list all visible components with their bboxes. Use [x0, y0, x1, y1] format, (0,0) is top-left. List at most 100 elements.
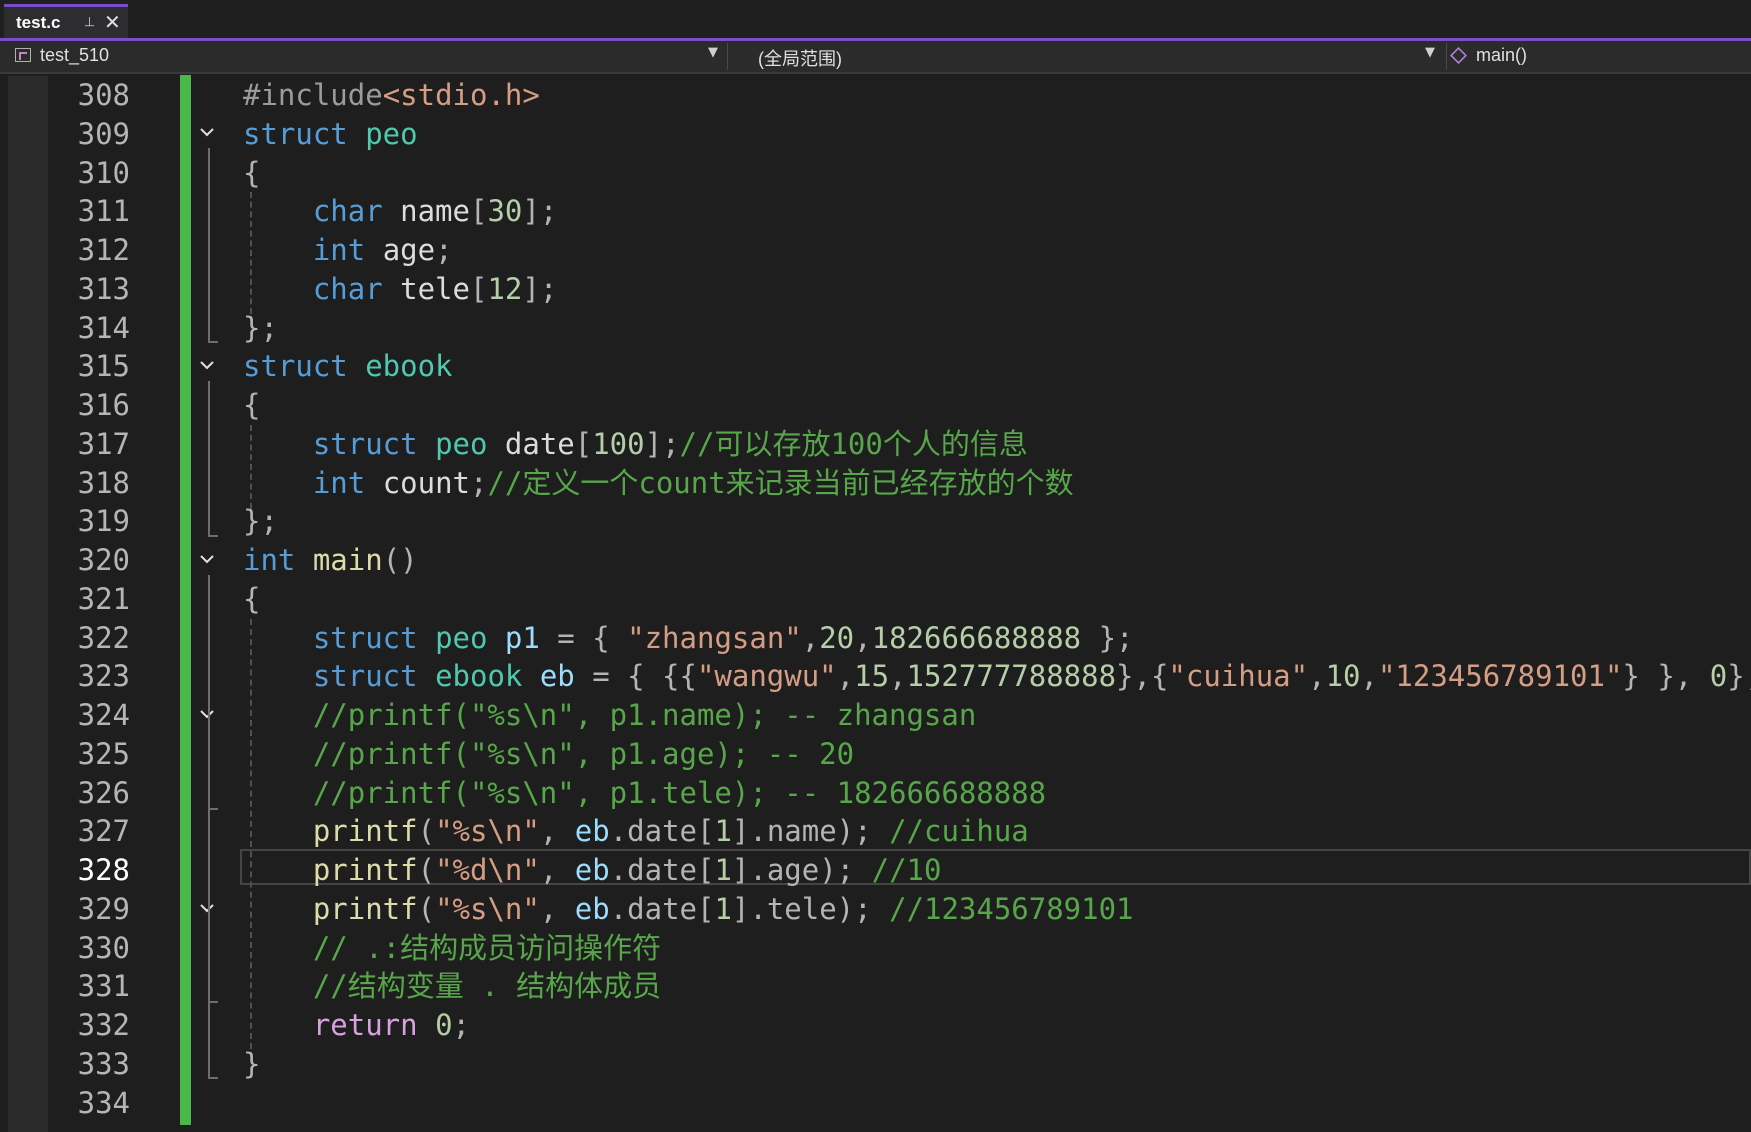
divider	[727, 43, 728, 70]
code-line[interactable]: //printf("%s\n", p1.tele); -- 1826666888…	[243, 774, 1046, 812]
code-line[interactable]: return 0;	[243, 1006, 470, 1044]
code-line[interactable]: {	[243, 386, 260, 424]
tab-strip: test.c ⊣ ✕	[0, 0, 1751, 41]
line-number: 315	[77, 349, 130, 383]
code-token: ;	[452, 1008, 470, 1042]
code-line[interactable]: printf("%s\n", eb.date[1].tele); //12345…	[243, 890, 1134, 928]
code-line[interactable]: {	[243, 154, 260, 192]
code-token: };	[1081, 621, 1134, 655]
line-number: 310	[77, 156, 130, 190]
code-token: main	[312, 543, 383, 577]
line-number: 321	[77, 582, 130, 616]
code-line[interactable]: struct ebook eb = { {{"wangwu",15,152777…	[243, 657, 1751, 695]
code-token: };	[243, 504, 278, 538]
code-token: {	[243, 582, 261, 616]
code-token: ;	[470, 466, 488, 500]
code-token: ].age);	[731, 853, 872, 887]
tab-test-c[interactable]: test.c ⊣ ✕	[4, 4, 128, 40]
code-token: [	[469, 272, 488, 306]
scope-dropdown[interactable]: (全局范围) ▼	[730, 41, 1444, 72]
code-line[interactable]: // .:结构成员访问操作符	[243, 929, 661, 967]
fold-toggle-icon[interactable]	[199, 706, 215, 722]
code-line[interactable]: {	[243, 580, 260, 618]
code-token: ,	[539, 892, 575, 926]
code-token: peo	[365, 117, 418, 151]
line-number: 324	[77, 698, 130, 732]
code-token: struct	[243, 659, 436, 693]
line-number: 311	[77, 194, 130, 228]
code-token: tele	[400, 272, 470, 306]
pin-icon[interactable]: ⊣	[81, 16, 96, 27]
tab-title[interactable]: test.c	[16, 13, 60, 33]
code-line[interactable]: int main()	[243, 541, 418, 579]
fold-toggle-icon[interactable]	[199, 900, 215, 916]
code-token: 12	[487, 272, 523, 306]
line-number: 327	[77, 814, 130, 848]
code-line[interactable]: }	[243, 1045, 260, 1083]
code-token: // .:结构成员访问操作符	[243, 931, 662, 965]
line-number: 314	[77, 311, 130, 345]
close-icon[interactable]: ✕	[104, 10, 121, 34]
code-line[interactable]: #include<stdio.h>	[243, 76, 540, 114]
code-token: ,	[539, 814, 575, 848]
code-line[interactable]: struct peo	[243, 115, 418, 153]
code-token: = {	[539, 621, 628, 655]
code-token: name	[400, 194, 470, 228]
chevron-down-icon[interactable]: ▼	[708, 45, 718, 60]
line-number: 328	[77, 853, 130, 887]
code-token: 10	[1325, 659, 1361, 693]
code-line[interactable]: };	[243, 309, 278, 347]
code-line[interactable]: char tele[12];	[243, 270, 557, 308]
fold-toggle-icon[interactable]	[199, 357, 215, 373]
code-token: struct	[243, 117, 366, 151]
line-number: 318	[77, 466, 130, 500]
navigation-bar: test_510 ▼ (全局范围) ▼ main()	[0, 41, 1751, 74]
code-line[interactable]: //结构变量 . 结构体成员	[243, 967, 661, 1005]
code-token: ;	[435, 233, 453, 267]
code-token: },{	[1116, 659, 1169, 693]
code-token: .date[	[609, 892, 715, 926]
fold-region-end	[208, 341, 218, 343]
code-line[interactable]: char name[30];	[243, 192, 557, 230]
code-token: ];	[522, 272, 558, 306]
code-token: 100	[592, 427, 645, 461]
line-number: 319	[77, 504, 130, 538]
code-line[interactable]: struct peo p1 = { "zhangsan",20,18266668…	[243, 619, 1134, 657]
code-line[interactable]: printf("%s\n", eb.date[1].name); //cuihu…	[243, 812, 1029, 850]
code-token: [	[469, 194, 488, 228]
fold-toggle-icon[interactable]	[199, 124, 215, 140]
code-line[interactable]: int count;//定义一个count来记录当前已经存放的个数	[243, 464, 1074, 502]
line-number: 308	[77, 78, 130, 112]
function-cube-icon	[1450, 47, 1467, 64]
code-token: ,	[1308, 659, 1326, 693]
code-token: eb	[574, 853, 610, 887]
fold-toggle-icon[interactable]	[199, 551, 215, 567]
code-line[interactable]: struct peo date[100];//可以存放100个人的信息	[243, 425, 1028, 463]
chevron-down-icon[interactable]: ▼	[1425, 45, 1435, 60]
code-line[interactable]: int age;	[243, 231, 453, 269]
code-token: "123456789101"	[1377, 659, 1623, 693]
line-number: 312	[77, 233, 130, 267]
code-token: ebook	[435, 659, 540, 693]
code-token: ,	[539, 853, 575, 887]
code-line[interactable]: //printf("%s\n", p1.name); -- zhangsan	[243, 696, 976, 734]
code-token: struct	[243, 427, 436, 461]
code-token: p1	[504, 621, 540, 655]
code-line[interactable]: printf("%d\n", eb.date[1].age); //10	[243, 851, 942, 889]
code-token: 0	[1709, 659, 1728, 693]
code-line[interactable]: struct ebook	[243, 347, 453, 385]
code-line[interactable]: //printf("%s\n", p1.age); -- 20	[243, 735, 854, 773]
code-token: count	[382, 466, 470, 500]
code-token: //123456789101	[889, 892, 1134, 926]
code-line[interactable]: };	[243, 502, 278, 540]
code-token: };	[1727, 659, 1751, 693]
scope-label: (全局范围)	[758, 49, 842, 69]
code-token: "%s\n"	[435, 892, 540, 926]
function-label: main()	[1476, 45, 1528, 65]
function-dropdown[interactable]: main()	[1472, 41, 1751, 72]
code-token: date	[504, 427, 575, 461]
code-token: eb	[539, 659, 575, 693]
code-token: ].name);	[731, 814, 890, 848]
change-tracking-bar	[180, 75, 191, 1125]
project-dropdown[interactable]: test_510 ▼	[0, 41, 722, 72]
